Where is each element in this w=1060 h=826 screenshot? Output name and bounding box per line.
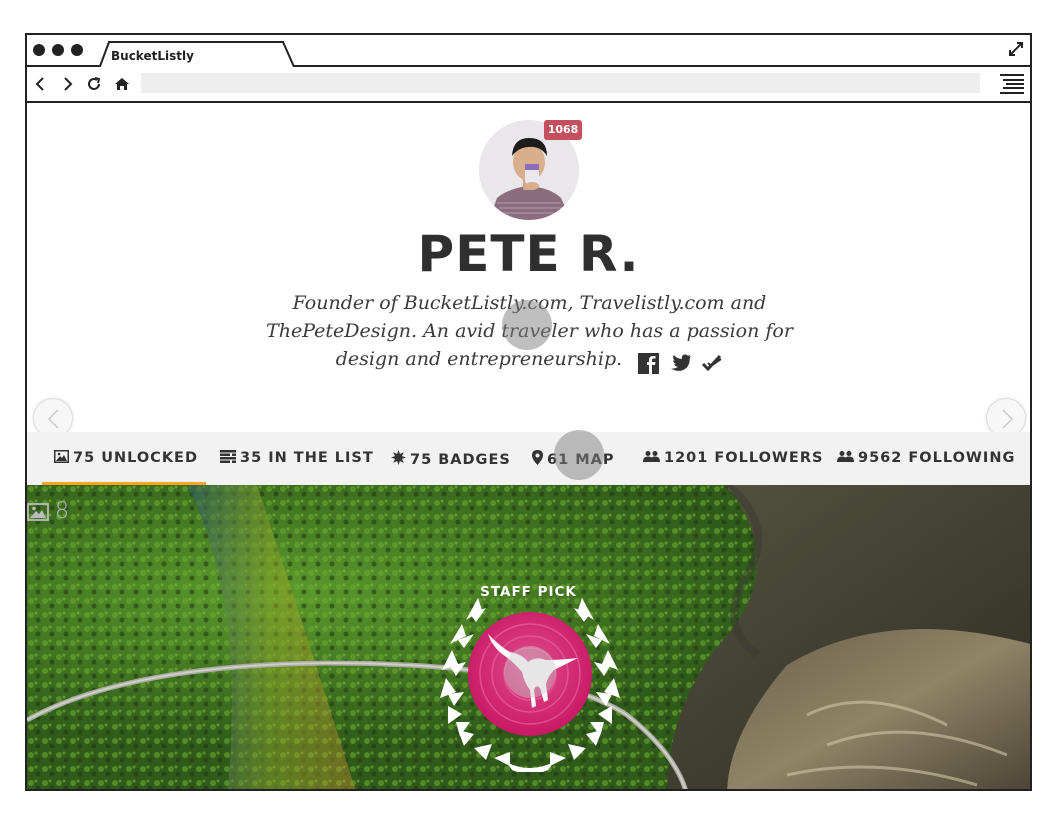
home-icon[interactable]: [114, 76, 130, 92]
touch-indicator: [554, 430, 604, 480]
photo-count-value: 8: [55, 499, 69, 524]
social-links: [634, 348, 723, 376]
image-icon: [27, 503, 49, 521]
twitter-icon[interactable]: [669, 354, 692, 372]
stat-in-the-list-label: 35 IN THE LIST: [240, 450, 374, 466]
expand-icon[interactable]: [1008, 41, 1024, 57]
navigation-bar: [27, 67, 1030, 103]
list-icon: [220, 450, 236, 463]
users-icon: [837, 451, 854, 462]
browser-window: BucketListly 1068 PETE R. Founder of Buc…: [25, 33, 1032, 791]
window-close-dot[interactable]: [33, 44, 45, 56]
window-zoom-dot[interactable]: [71, 44, 83, 56]
window-minimize-dot[interactable]: [52, 44, 64, 56]
stat-badges-tab[interactable]: 75 BADGES: [391, 450, 511, 468]
stat-following-label: 9562 FOLLOWING: [858, 450, 1016, 466]
notification-count-badge: 1068: [544, 120, 582, 140]
chevron-right-icon: [1002, 409, 1014, 429]
address-bar[interactable]: [141, 73, 980, 93]
stat-unlocked-tab[interactable]: 75 UNLOCKED: [54, 450, 198, 466]
stat-in-the-list-tab[interactable]: 35 IN THE LIST: [220, 450, 374, 466]
staff-pick-badge[interactable]: [430, 592, 630, 772]
tab-title: BucketListly: [111, 49, 194, 63]
stat-unlocked-label: 75 UNLOCKED: [73, 450, 199, 466]
profile-stats-bar: 75 UNLOCKED 35 IN THE LIST 75 BADGES 120…: [27, 432, 1030, 485]
profile-page: 1068 PETE R. Founder of BucketListly.com…: [27, 103, 1030, 789]
title-bar: BucketListly: [27, 35, 1030, 69]
facebook-icon[interactable]: [638, 352, 660, 374]
hero-photo[interactable]: 8 STAFF PICK: [27, 485, 1030, 789]
profile-name: PETE R.: [417, 225, 640, 283]
badge-icon: [391, 450, 406, 465]
forward-icon[interactable]: [59, 76, 75, 92]
stat-following-tab[interactable]: 9562 FOLLOWING: [837, 450, 1015, 466]
touch-indicator: [502, 300, 552, 350]
users-icon: [643, 451, 660, 462]
menu-icon[interactable]: [1000, 73, 1024, 95]
chevron-left-icon: [47, 409, 59, 429]
stat-followers-label: 1201 FOLLOWERS: [664, 450, 824, 466]
reload-icon[interactable]: [86, 76, 102, 92]
stat-badges-label: 75 BADGES: [410, 452, 511, 468]
browser-tab[interactable]: BucketListly: [99, 41, 295, 69]
bucketlistly-check-icon[interactable]: [701, 353, 723, 373]
image-icon: [54, 450, 69, 463]
map-pin-icon: [532, 450, 543, 465]
photo-count: 8: [27, 499, 69, 524]
back-icon[interactable]: [33, 76, 49, 92]
stat-followers-tab[interactable]: 1201 FOLLOWERS: [643, 450, 823, 466]
touch-indicator: [504, 646, 556, 698]
